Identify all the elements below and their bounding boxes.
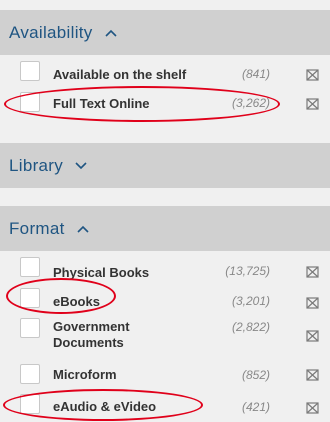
facet-checkbox[interactable] <box>20 92 40 112</box>
facet-item-count: (2,822) <box>231 320 270 334</box>
exclude-icon[interactable] <box>305 295 321 311</box>
facet-item-microform[interactable]: Microform (852) <box>0 364 330 394</box>
facet-title-format: Format <box>9 218 65 238</box>
facet-list-availability: Available on the shelf (841) Full Text O… <box>0 55 330 123</box>
facet-item-label[interactable]: Microform <box>53 367 117 383</box>
facet-header-availability[interactable]: Availability <box>0 10 330 55</box>
facet-item-label[interactable]: Government Documents <box>53 319 153 351</box>
facet-item-count: (3,262) <box>231 96 270 110</box>
facet-item-count: (841) <box>241 67 270 81</box>
facet-title-availability: Availability <box>9 22 93 42</box>
facet-item-label[interactable]: Physical Books <box>53 265 149 281</box>
facet-item-label[interactable]: Full Text Online <box>53 96 150 112</box>
facet-header-library[interactable]: Library <box>0 143 330 188</box>
exclude-icon[interactable] <box>305 264 321 280</box>
facet-checkbox[interactable] <box>20 288 40 308</box>
facet-item-ebooks[interactable]: eBooks (3,201) <box>0 286 330 316</box>
facet-item-label[interactable]: eBooks <box>53 294 100 310</box>
facet-item-eaudio-evideo[interactable]: eAudio & eVideo (421) <box>0 392 330 422</box>
facet-checkbox[interactable] <box>20 394 40 414</box>
chevron-up-icon <box>77 225 89 233</box>
exclude-icon[interactable] <box>305 367 321 383</box>
facet-item-physical-books[interactable]: Physical Books (13,725) <box>0 255 330 285</box>
facet-item-count: (421) <box>241 400 270 414</box>
facet-item-government-documents[interactable]: Government Documents (2,822) <box>0 316 330 360</box>
facet-list-format: Physical Books (13,725) eBooks (3,201) G… <box>0 251 330 422</box>
chevron-up-icon <box>105 29 117 37</box>
chevron-down-icon <box>75 161 87 170</box>
exclude-icon[interactable] <box>305 67 321 83</box>
facet-title-library: Library <box>9 155 64 175</box>
facet-item-count: (852) <box>241 368 270 382</box>
exclude-icon[interactable] <box>305 96 321 112</box>
facet-header-format[interactable]: Format <box>0 206 330 251</box>
facet-item-available-on-shelf[interactable]: Available on the shelf (841) <box>0 59 330 89</box>
exclude-icon[interactable] <box>305 400 321 416</box>
facet-item-full-text-online[interactable]: Full Text Online (3,262) <box>0 90 330 120</box>
facet-checkbox[interactable] <box>20 257 40 277</box>
facet-checkbox[interactable] <box>20 61 40 81</box>
facet-checkbox[interactable] <box>20 364 40 384</box>
exclude-icon[interactable] <box>305 328 321 344</box>
facet-item-label[interactable]: eAudio & eVideo <box>53 399 156 415</box>
facet-checkbox[interactable] <box>20 318 40 338</box>
facet-item-count: (3,201) <box>231 294 270 308</box>
facet-item-count: (13,725) <box>225 264 270 278</box>
facet-item-label[interactable]: Available on the shelf <box>53 67 186 83</box>
